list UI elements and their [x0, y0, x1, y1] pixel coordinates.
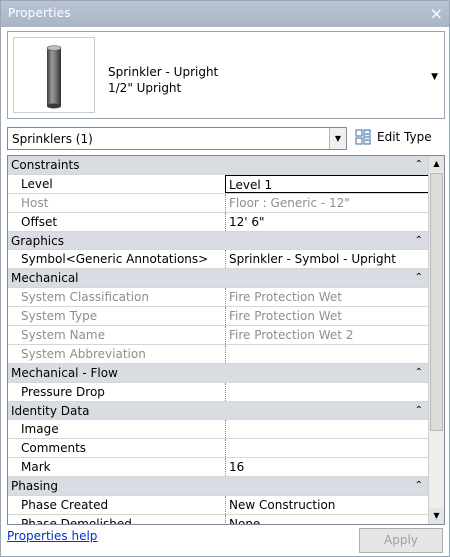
property-value[interactable]: [225, 420, 429, 439]
property-row: Mark 16: [8, 458, 429, 478]
type-name: 1/2" Upright: [108, 81, 182, 95]
collapse-chevron-icon[interactable]: ⌃: [415, 477, 423, 495]
collapse-chevron-icon[interactable]: ⌃: [415, 269, 423, 287]
property-row: System Abbreviation: [8, 344, 429, 364]
type-family-name: Sprinkler - Upright: [108, 65, 219, 79]
property-row: Symbol<Generic Annotations> Sprinkler - S…: [8, 250, 429, 270]
property-name: System Classification: [21, 290, 149, 305]
property-name: Host: [21, 195, 49, 210]
property-name: Image: [21, 422, 59, 437]
group-name: Graphics: [11, 233, 64, 248]
group-name: Identity Data: [11, 403, 90, 418]
group-name: Phasing: [11, 479, 59, 494]
collapse-chevron-icon[interactable]: ⌃: [415, 402, 423, 420]
property-row: System Classification Fire Protection Wet: [8, 288, 429, 308]
property-rows: Constraints ⌃ Level Level 1 Host Floor : Gene…: [8, 156, 429, 525]
group-header[interactable]: Identity Data ⌃: [8, 401, 429, 421]
collapse-chevron-icon[interactable]: ⌃: [415, 156, 423, 174]
property-name: Pressure Drop: [21, 384, 105, 399]
property-name: Comments: [21, 441, 87, 456]
apply-button[interactable]: Apply: [359, 528, 443, 553]
property-row: Offset 12' 6": [8, 212, 429, 232]
property-name: Phase Created: [21, 498, 109, 513]
property-value[interactable]: 12' 6": [225, 212, 429, 231]
property-row: Image: [8, 420, 429, 440]
group-name: Constraints: [11, 158, 80, 172]
property-name: System Name: [21, 328, 105, 343]
scroll-down-icon[interactable]: ▼: [429, 508, 444, 524]
group-header[interactable]: Constraints ⌃: [8, 156, 429, 175]
property-grid: Constraints ⌃ Level Level 1 Host Floor : Gene…: [7, 155, 445, 525]
group-name: Mechanical - Flow: [11, 365, 118, 380]
chevron-down-icon[interactable]: ▼: [431, 72, 438, 82]
property-value[interactable]: None: [225, 514, 429, 524]
scroll-up-icon[interactable]: ▲: [429, 156, 444, 172]
edit-type-icon: [355, 129, 371, 145]
property-value: Fire Protection Wet 2: [225, 326, 429, 344]
group-name: Mechanical: [11, 271, 79, 286]
property-value: Fire Protection Wet: [225, 288, 429, 307]
property-row: Phase Created New Construction: [8, 496, 429, 515]
scroll-thumb[interactable]: [430, 173, 443, 431]
property-row: Phase Demolished None: [8, 514, 429, 525]
title-bar[interactable]: Properties ×: [1, 1, 449, 27]
edit-type-button[interactable]: Edit Type: [352, 125, 448, 151]
type-selector[interactable]: Sprinkler - Upright 1/2" Upright ▼: [7, 31, 445, 119]
property-value[interactable]: Sprinkler - Symbol - Upright: [225, 250, 429, 269]
properties-help-link[interactable]: Properties help: [7, 529, 97, 543]
property-name: Level: [21, 176, 53, 191]
property-name: System Abbreviation: [21, 346, 146, 361]
property-name: Symbol<Generic Annotations>: [21, 252, 209, 267]
property-value[interactable]: New Construction: [225, 496, 429, 514]
vertical-scrollbar[interactable]: ▲ ▼: [428, 156, 444, 524]
sprinkler-cylinder-icon: [13, 37, 95, 113]
property-value[interactable]: Level 1: [225, 174, 429, 193]
property-name: Phase Demolished: [21, 516, 132, 525]
collapse-chevron-icon[interactable]: ⌃: [415, 364, 423, 382]
property-value[interactable]: [225, 439, 429, 458]
property-row: Pressure Drop: [8, 382, 429, 402]
property-row: Comments: [8, 439, 429, 459]
property-row: Host Floor : Generic - 12": [8, 193, 429, 213]
instance-filter-dropdown[interactable]: Sprinklers (1) ▼: [7, 127, 347, 150]
window-title: Properties: [8, 6, 71, 20]
collapse-chevron-icon[interactable]: ⌃: [415, 232, 423, 250]
property-name: System Type: [21, 309, 98, 324]
property-value[interactable]: [225, 382, 429, 401]
close-icon[interactable]: ×: [430, 4, 443, 23]
property-row: System Type Fire Protection Wet: [8, 307, 429, 327]
group-header[interactable]: Mechanical - Flow ⌃: [8, 363, 429, 383]
property-value: Floor : Generic - 12": [225, 193, 429, 212]
properties-palette: Properties × Sprinkler - Upright 1/2" Up…: [0, 0, 450, 557]
property-name: Mark: [21, 460, 51, 475]
instance-filter-value: Sprinklers (1): [12, 132, 93, 146]
property-row: System Name Fire Protection Wet 2: [8, 326, 429, 345]
property-value: Fire Protection Wet: [225, 307, 429, 326]
group-header[interactable]: Mechanical ⌃: [8, 269, 429, 289]
property-name: Offset: [21, 214, 58, 229]
property-value: [225, 344, 429, 363]
group-header[interactable]: Graphics ⌃: [8, 231, 429, 251]
edit-type-label: Edit Type: [377, 130, 432, 144]
property-value[interactable]: 16: [225, 458, 429, 477]
dropdown-arrow-icon[interactable]: ▼: [329, 128, 346, 149]
group-header[interactable]: Phasing ⌃: [8, 477, 429, 497]
property-row: Level Level 1: [8, 174, 429, 194]
